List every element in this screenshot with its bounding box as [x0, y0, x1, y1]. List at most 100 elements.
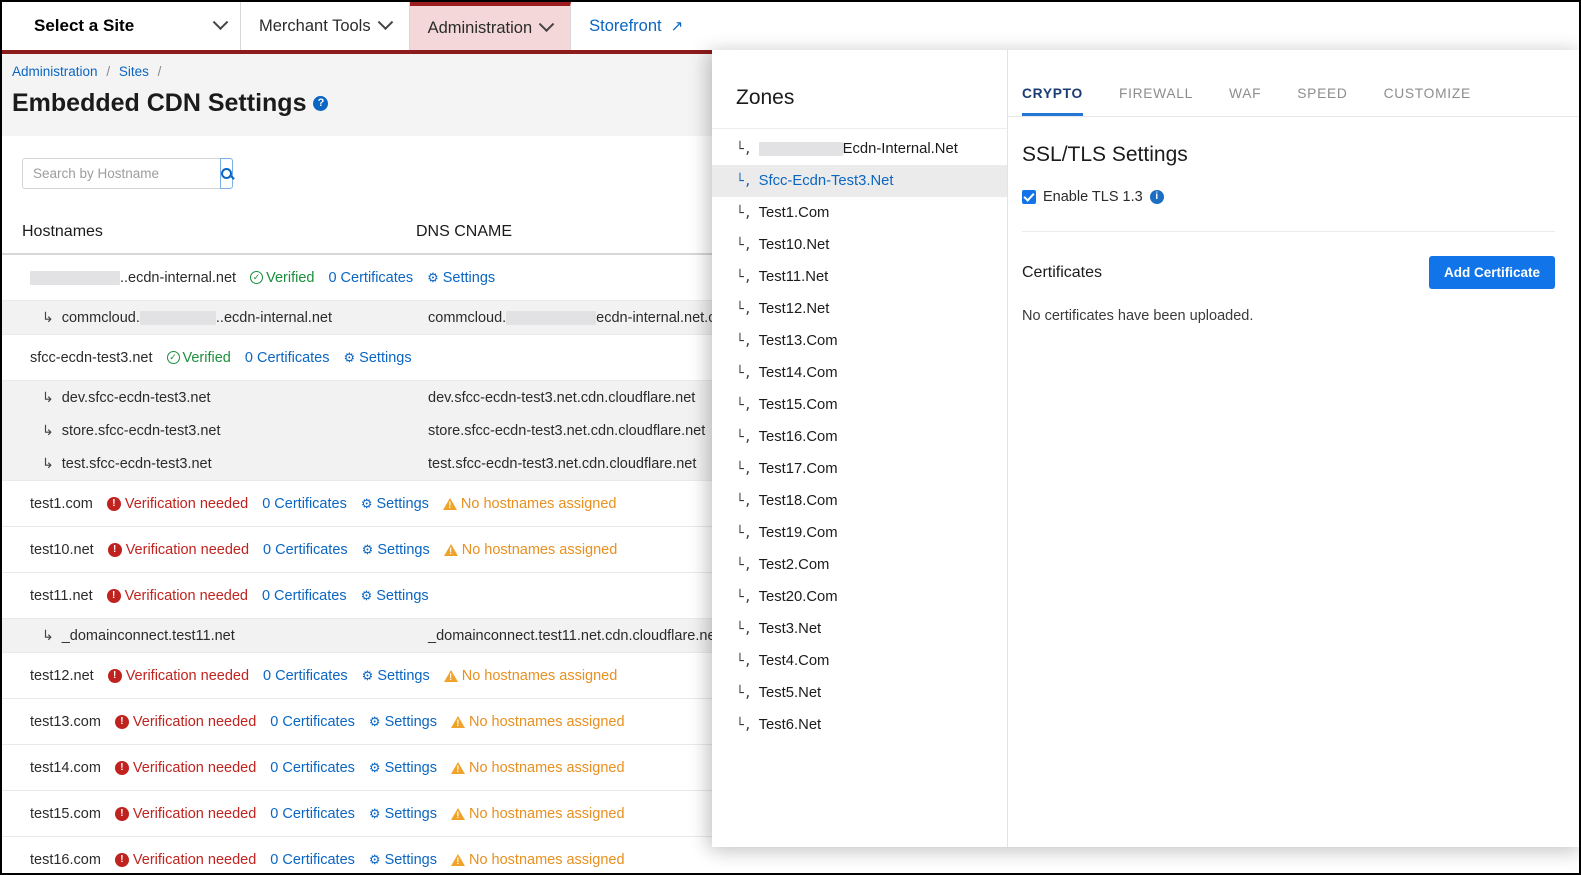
- search-button[interactable]: [220, 158, 233, 189]
- breadcrumb-sites[interactable]: Sites: [119, 64, 149, 79]
- tab-waf[interactable]: WAF: [1229, 86, 1261, 116]
- zone-list-item[interactable]: └, Test20.Com: [712, 581, 1007, 613]
- zone-list-item-label: Test19.Com: [758, 525, 838, 541]
- nav-tab-storefront-label: Storefront: [589, 16, 662, 35]
- zone-list-item[interactable]: └, Test2.Com: [712, 549, 1007, 581]
- redacted-text: [506, 310, 597, 325]
- page-title-text: Embedded CDN Settings: [12, 89, 307, 117]
- certificates-link[interactable]: 0 Certificates: [270, 760, 355, 776]
- hostname-text: test14.com: [30, 759, 101, 776]
- zone-hook-icon: └,: [736, 557, 752, 573]
- info-icon[interactable]: i: [1149, 190, 1164, 204]
- zone-list-item[interactable]: └, Test4.Com: [712, 645, 1007, 677]
- nav-tab-administration-label: Administration: [427, 18, 533, 37]
- zone-list-item[interactable]: └, Test10.Net: [712, 229, 1007, 261]
- gear-icon: ⚙: [368, 805, 381, 821]
- certificates-row: Certificates Add Certificate: [1022, 256, 1555, 289]
- settings-link[interactable]: ⚙ Settings: [361, 588, 429, 604]
- zone-list-item-label: Test1.Com: [758, 205, 830, 221]
- search-icon: [221, 168, 232, 179]
- zone-list-item[interactable]: └, Test19.Com: [712, 517, 1007, 549]
- settings-link[interactable]: ⚙ Settings: [369, 760, 437, 776]
- warning-triangle-icon: [442, 497, 457, 510]
- add-certificate-button[interactable]: Add Certificate: [1428, 256, 1555, 289]
- help-icon[interactable]: ?: [313, 96, 329, 111]
- certificates-link[interactable]: 0 Certificates: [328, 270, 413, 286]
- nav-tab-administration[interactable]: Administration: [409, 2, 572, 50]
- zone-list-item[interactable]: └, Test13.Com: [712, 325, 1007, 357]
- error-circle-icon: !: [106, 496, 121, 511]
- settings-link[interactable]: ⚙ Settings: [427, 270, 495, 286]
- tab-speed[interactable]: SPEED: [1297, 86, 1347, 116]
- sub-hostname-cell: ↳ _domainconnect.test11.net: [42, 627, 428, 644]
- nav-tab-merchant-tools-label: Merchant Tools: [259, 16, 371, 35]
- breadcrumb-administration[interactable]: Administration: [12, 64, 98, 79]
- zone-list-item[interactable]: └, Test12.Net: [712, 293, 1007, 325]
- zone-list-item[interactable]: └, Ecdn-Internal.Net: [712, 133, 1007, 165]
- settings-link[interactable]: ⚙ Settings: [362, 542, 430, 558]
- zone-hook-icon: └,: [736, 205, 752, 221]
- settings-link[interactable]: ⚙ Settings: [369, 714, 437, 730]
- tab-customize[interactable]: CUSTOMIZE: [1384, 86, 1471, 116]
- zone-hook-icon: └,: [736, 141, 752, 157]
- subrow-arrow-icon: ↳: [42, 422, 54, 438]
- zone-list-item[interactable]: └, Test3.Net: [712, 613, 1007, 645]
- certificates-link[interactable]: 0 Certificates: [262, 588, 347, 604]
- certificates-link[interactable]: 0 Certificates: [263, 542, 348, 558]
- certificates-link[interactable]: 0 Certificates: [245, 350, 330, 366]
- check-circle-icon: ✓: [250, 271, 264, 284]
- certificates-link[interactable]: 0 Certificates: [270, 852, 355, 868]
- warning-triangle-icon: [450, 853, 465, 866]
- zone-hook-icon: └,: [736, 493, 752, 509]
- search-input[interactable]: [22, 158, 220, 189]
- zone-list-item[interactable]: └, Test18.Com: [712, 485, 1007, 517]
- nav-tab-merchant-tools[interactable]: Merchant Tools: [241, 2, 410, 50]
- cdn-zones-overlay-panel: Zones └, Ecdn-Internal.Net └, Sfcc-Ecdn-Tes…: [712, 50, 1579, 847]
- zone-list-item[interactable]: └, Sfcc-Ecdn-Test3.Net: [712, 165, 1007, 197]
- zone-list-item[interactable]: └, Test16.Com: [712, 421, 1007, 453]
- settings-link[interactable]: ⚙ Settings: [344, 350, 412, 366]
- zone-list-item[interactable]: └, Test6.Net: [712, 709, 1007, 741]
- no-hostnames-warning: No hostnames assigned: [450, 806, 625, 822]
- site-selector-label: Select a Site: [34, 16, 135, 35]
- hostname-cell: test10.net ! Verification needed 0 Certific…: [30, 542, 617, 558]
- search-box: [22, 158, 233, 189]
- no-hostnames-warning: No hostnames assigned: [443, 668, 617, 684]
- hostname-cell: ..ecdn-internal.net ✓ Verified 0 Certificat…: [30, 270, 495, 286]
- settings-link[interactable]: ⚙ Settings: [362, 668, 430, 684]
- zone-detail-pane: CRYPTO FIREWALL WAF SPEED CUSTOMIZE SSL/TLS …: [1008, 50, 1579, 847]
- zone-list-item[interactable]: └, Test5.Net: [712, 677, 1007, 709]
- zone-list-item[interactable]: └, Test15.Com: [712, 389, 1007, 421]
- status-verification-needed: ! Verification needed: [114, 760, 256, 776]
- site-selector[interactable]: Select a Site: [16, 2, 241, 50]
- tab-firewall[interactable]: FIREWALL: [1119, 86, 1193, 116]
- tab-crypto[interactable]: CRYPTO: [1022, 86, 1083, 116]
- top-navigation-bar: Select a Site Merchant Tools Administrat…: [2, 2, 1579, 54]
- certificates-link[interactable]: 0 Certificates: [262, 496, 347, 512]
- zone-list-item[interactable]: └, Test17.Com: [712, 453, 1007, 485]
- certificates-link[interactable]: 0 Certificates: [263, 668, 348, 684]
- zone-hook-icon: └,: [736, 717, 752, 733]
- zone-list-item[interactable]: └, Test11.Net: [712, 261, 1007, 293]
- sub-hostname-text: test.sfcc-ecdn-test3.net: [61, 455, 212, 472]
- certificates-link[interactable]: 0 Certificates: [270, 714, 355, 730]
- zone-list-item[interactable]: └, Test14.Com: [712, 357, 1007, 389]
- chevron-down-icon: [212, 13, 229, 30]
- settings-link[interactable]: ⚙ Settings: [369, 806, 437, 822]
- gear-icon: ⚙: [361, 541, 374, 557]
- settings-link[interactable]: ⚙ Settings: [369, 852, 437, 868]
- column-header-hostnames: Hostnames: [22, 223, 103, 240]
- gear-icon: ⚙: [361, 667, 374, 683]
- gear-icon: ⚙: [368, 851, 381, 867]
- status-verification-needed: ! Verification needed: [107, 668, 249, 684]
- nav-tab-storefront[interactable]: Storefront ↗: [571, 2, 702, 50]
- hostname-cell: sfcc-ecdn-test3.net ✓ Verified 0 Certificat…: [30, 350, 412, 366]
- zone-hook-icon: └,: [736, 269, 752, 285]
- no-hostnames-warning: No hostnames assigned: [450, 760, 625, 776]
- subrow-arrow-icon: ↳: [42, 627, 54, 643]
- zone-list-item[interactable]: └, Test1.Com: [712, 197, 1007, 229]
- certificates-link[interactable]: 0 Certificates: [270, 806, 355, 822]
- enable-tls-checkbox[interactable]: [1022, 190, 1036, 204]
- settings-link[interactable]: ⚙ Settings: [361, 496, 429, 512]
- sub-hostname-text: store.sfcc-ecdn-test3.net: [61, 422, 221, 439]
